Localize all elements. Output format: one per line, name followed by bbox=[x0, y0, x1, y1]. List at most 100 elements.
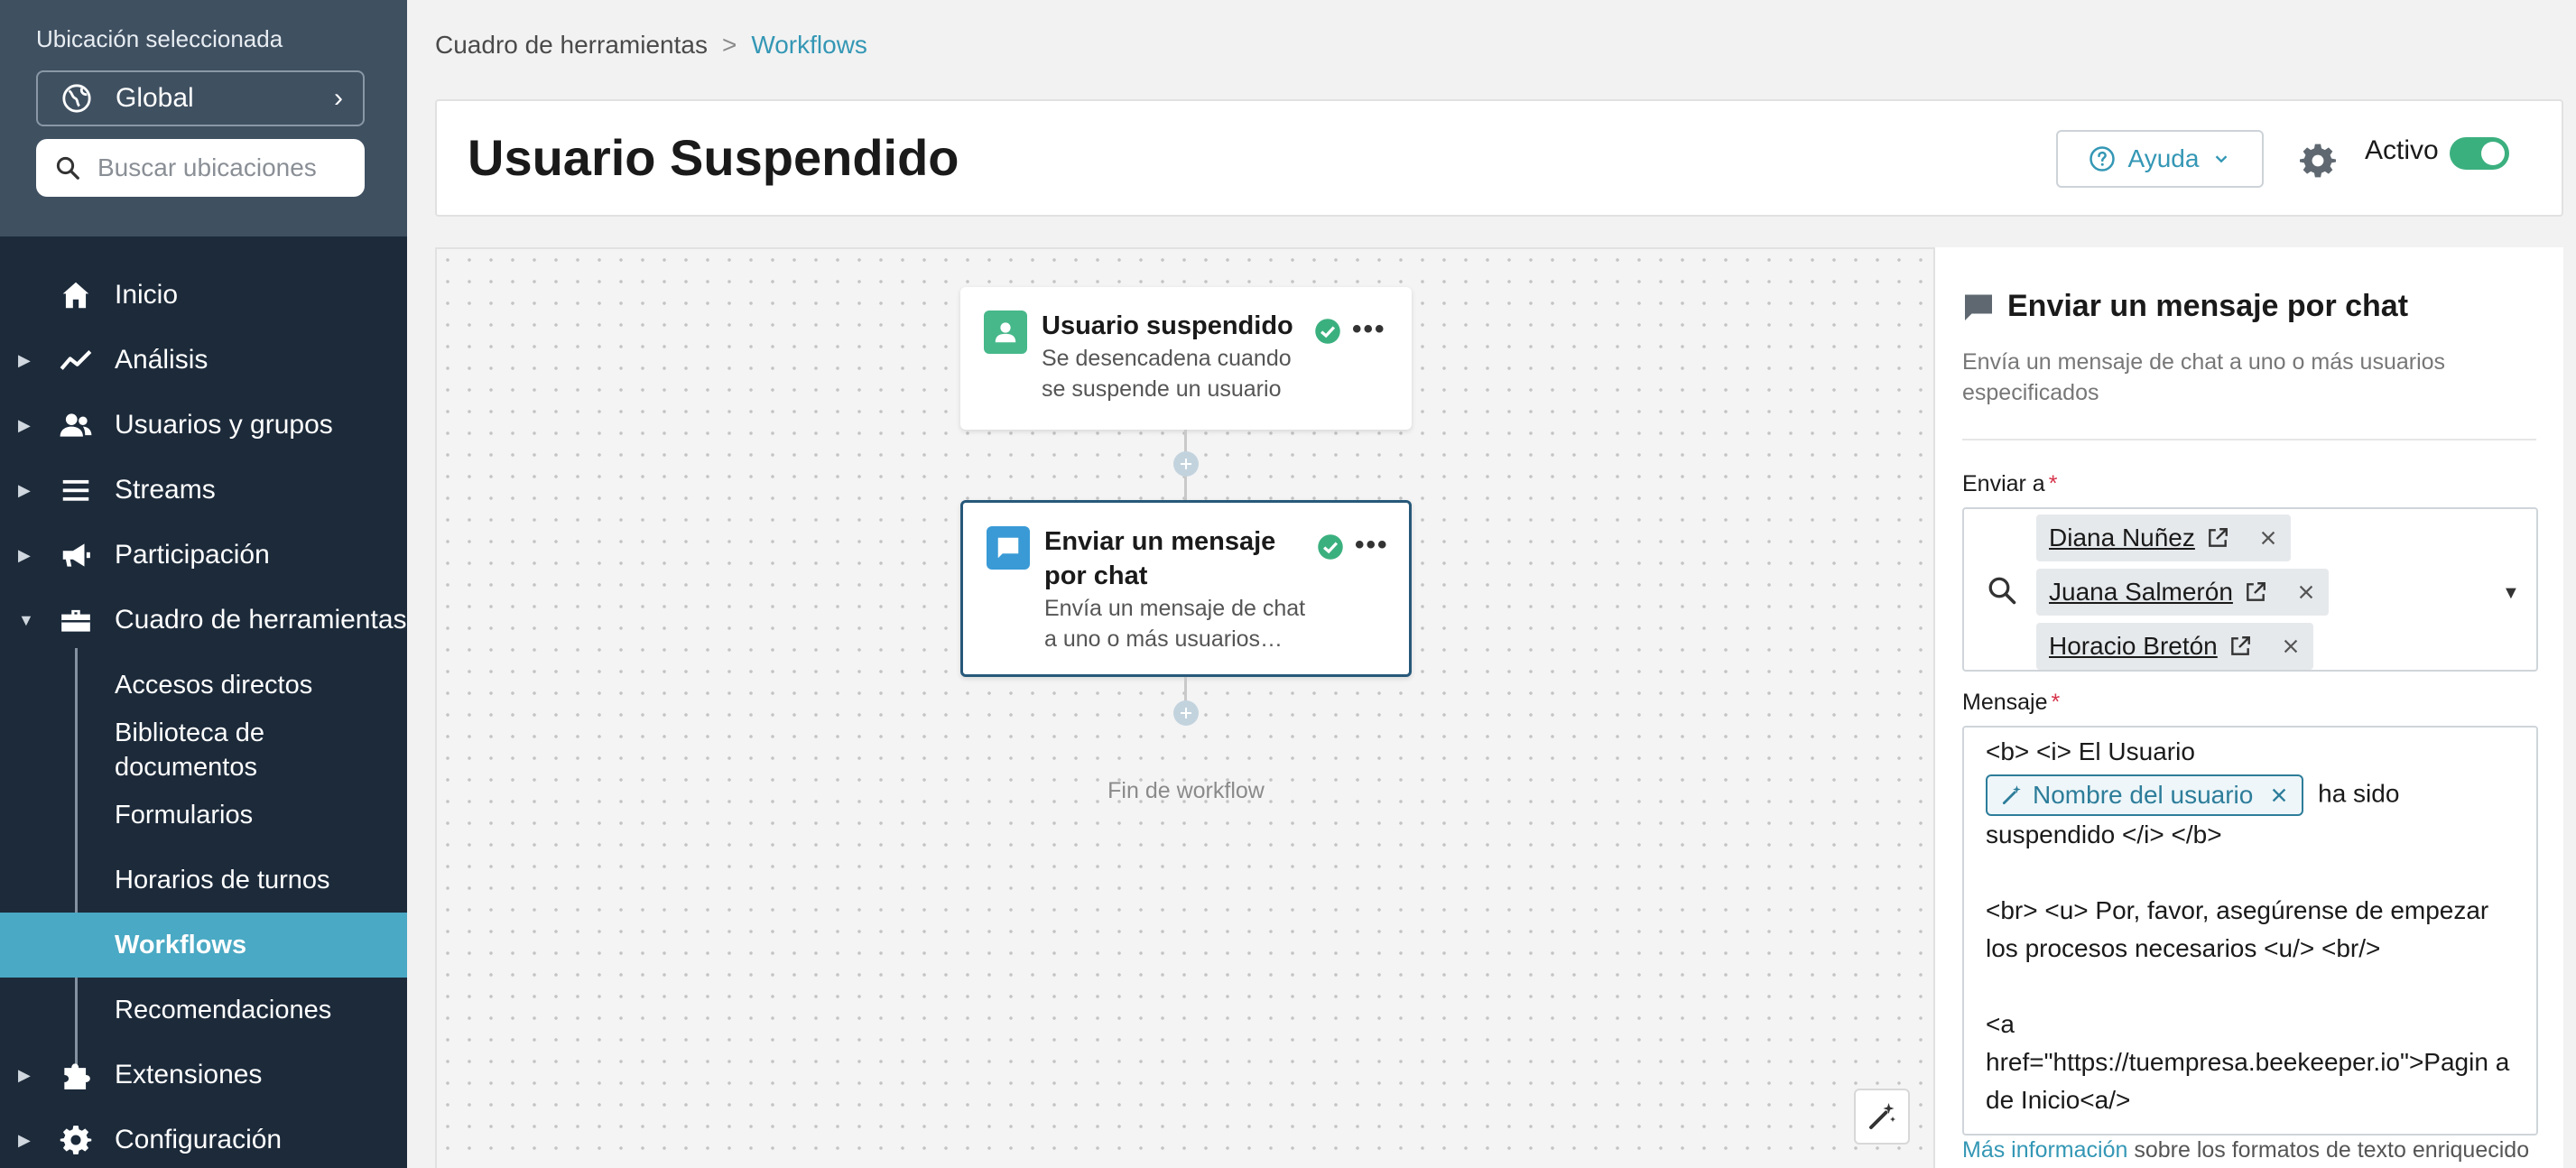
trigger-title: Usuario suspendido bbox=[1042, 311, 1293, 340]
sidebar-item-usuarios-grupos[interactable]: ▶ Usuarios y grupos bbox=[0, 393, 407, 458]
more-options-icon[interactable]: ••• bbox=[1352, 314, 1386, 345]
expand-caret-icon[interactable]: ▶ bbox=[18, 1131, 31, 1150]
chat-bubble-icon bbox=[1965, 294, 1992, 320]
action-node[interactable]: Enviar un mensaje por chat Envía un mens… bbox=[960, 500, 1412, 677]
expand-caret-icon[interactable]: ▶ bbox=[18, 481, 31, 500]
remove-recipient-icon[interactable] bbox=[2296, 582, 2316, 602]
chevron-right-icon: › bbox=[334, 83, 343, 113]
breadcrumb-parent-link[interactable]: Cuadro de herramientas bbox=[435, 31, 708, 60]
message-content[interactable]: <b> <i> El Usuario Nombre del usuario ha… bbox=[1986, 733, 2527, 1119]
sidebar-subitem-accesos-directos[interactable]: Accesos directos bbox=[0, 668, 407, 702]
external-link-icon[interactable] bbox=[2206, 526, 2229, 550]
remove-tag-icon[interactable] bbox=[2269, 785, 2289, 805]
active-toggle[interactable] bbox=[2450, 137, 2509, 170]
expand-caret-icon[interactable]: ▶ bbox=[18, 351, 31, 370]
recipients-field[interactable]: Diana Nuñez Juana Salmerón Horacio Bretó… bbox=[1962, 507, 2538, 672]
auto-layout-button[interactable] bbox=[1854, 1089, 1910, 1145]
workflow-canvas[interactable]: Usuario suspendido Se desencadena cuando… bbox=[435, 247, 1933, 1168]
sidebar-item-label: Extensiones bbox=[115, 1060, 263, 1089]
send-to-label-text: Enviar a bbox=[1962, 471, 2045, 496]
settings-gear-icon[interactable] bbox=[2298, 141, 2338, 181]
sidebar-item-label: Análisis bbox=[115, 345, 208, 375]
location-label: Ubicación seleccionada bbox=[36, 25, 283, 52]
more-options-icon[interactable]: ••• bbox=[1355, 530, 1389, 561]
breadcrumb-current[interactable]: Workflows bbox=[751, 31, 867, 60]
message-line: <b> <i> El Usuario bbox=[1986, 737, 2195, 765]
add-step-icon[interactable] bbox=[1173, 700, 1199, 726]
divider bbox=[1962, 439, 2536, 440]
trigger-description: Se desencadena cuando se suspende un usu… bbox=[1042, 346, 1292, 402]
list-icon bbox=[58, 472, 94, 508]
sidebar-item-label: Configuración bbox=[115, 1125, 283, 1154]
recipient-name-link[interactable]: Horacio Bretón bbox=[2049, 632, 2218, 661]
location-select-button[interactable]: Global › bbox=[36, 70, 365, 126]
toggle-knob bbox=[2481, 142, 2505, 165]
action-description: Envía un mensaje de chat a uno o más usu… bbox=[1044, 596, 1306, 652]
message-editor[interactable]: <b> <i> El Usuario Nombre del usuario ha… bbox=[1962, 726, 2538, 1136]
external-link-icon[interactable] bbox=[2244, 580, 2267, 604]
sidebar-item-inicio[interactable]: Inicio bbox=[0, 263, 407, 328]
recipient-chip[interactable]: Juana Salmerón bbox=[2036, 569, 2329, 616]
rich-text-info: Más información sobre los formatos de te… bbox=[1962, 1137, 2529, 1163]
sidebar-item-analisis[interactable]: ▶ Análisis bbox=[0, 328, 407, 393]
required-asterisk: * bbox=[2051, 690, 2061, 715]
step-settings-panel: Enviar un mensaje por chat Envía un mens… bbox=[1933, 247, 2563, 1168]
message-line: <a bbox=[1986, 1010, 2015, 1038]
breadcrumb-separator: > bbox=[721, 31, 737, 59]
required-asterisk: * bbox=[2048, 471, 2058, 496]
message-line: suspendido </i> </b> bbox=[1986, 820, 2222, 848]
external-link-icon[interactable] bbox=[2229, 635, 2252, 658]
message-paragraph: href="https://tuempresa.beekeeper.io">Pa… bbox=[1986, 1048, 2510, 1114]
add-step-icon[interactable] bbox=[1173, 451, 1199, 477]
recipient-chip[interactable]: Horacio Bretón bbox=[2036, 623, 2313, 670]
sidebar-subitem-formularios[interactable]: Formularios bbox=[0, 798, 407, 832]
users-icon bbox=[58, 407, 94, 443]
location-value: Global bbox=[116, 83, 194, 113]
message-label: Mensaje * bbox=[1962, 690, 2060, 716]
sidebar-item-cuadro-herramientas[interactable]: ▼ Cuadro de herramientas bbox=[0, 588, 407, 653]
megaphone-icon bbox=[58, 537, 94, 573]
remove-recipient-icon[interactable] bbox=[2258, 528, 2278, 548]
remove-recipient-icon[interactable] bbox=[2281, 636, 2301, 656]
more-info-link[interactable]: Más información bbox=[1962, 1137, 2127, 1163]
sidebar-item-configuracion[interactable]: ▶ Configuración bbox=[0, 1108, 407, 1168]
collapse-caret-icon[interactable]: ▼ bbox=[18, 611, 34, 630]
help-label: Ayuda bbox=[2127, 144, 2200, 172]
sidebar-item-label: Usuarios y grupos bbox=[115, 410, 333, 440]
trigger-node[interactable]: Usuario suspendido Se desencadena cuando… bbox=[960, 287, 1412, 430]
panel-description: Envía un mensaje de chat a uno o más usu… bbox=[1962, 349, 2446, 405]
panel-header: Enviar un mensaje por chat bbox=[1962, 289, 2408, 324]
gear-icon bbox=[58, 1122, 94, 1158]
check-circle-icon bbox=[1318, 534, 1343, 560]
recipient-name-link[interactable]: Diana Nuñez bbox=[2049, 524, 2195, 552]
magic-wand-icon bbox=[1869, 1103, 1895, 1129]
recipient-name-link[interactable]: Juana Salmerón bbox=[2049, 578, 2233, 607]
sidebar-item-participacion[interactable]: ▶ Participación bbox=[0, 523, 407, 588]
expand-caret-icon[interactable]: ▶ bbox=[18, 416, 31, 435]
sidebar-subitem-horarios-turnos[interactable]: Horarios de turnos bbox=[0, 863, 407, 897]
toolbox-icon bbox=[58, 602, 94, 638]
sidebar-subitem-biblioteca-documentos[interactable]: Biblioteca de documentos bbox=[0, 716, 361, 784]
sidebar-item-label: Participación bbox=[115, 540, 270, 570]
sidebar-item-streams[interactable]: ▶ Streams bbox=[0, 458, 407, 523]
dropdown-arrow-icon[interactable]: ▼ bbox=[2502, 583, 2520, 604]
search-icon bbox=[56, 156, 79, 180]
rich-text-info-text: sobre los formatos de texto enriquecido bbox=[2127, 1137, 2530, 1163]
location-search-input[interactable] bbox=[97, 153, 341, 182]
recipient-chip[interactable]: Diana Nuñez bbox=[2036, 514, 2291, 561]
active-label: Activo bbox=[2365, 135, 2439, 165]
sidebar-item-extensiones[interactable]: ▶ Extensiones bbox=[0, 1043, 407, 1108]
end-of-workflow-label: Fin de workflow bbox=[1107, 778, 1265, 803]
expand-caret-icon[interactable]: ▶ bbox=[18, 546, 31, 565]
variable-tag[interactable]: Nombre del usuario bbox=[1986, 774, 2304, 816]
sidebar-subitem-workflows[interactable]: Workflows bbox=[0, 913, 407, 978]
globe-icon bbox=[62, 84, 91, 113]
user-icon bbox=[984, 311, 1027, 354]
sidebar-item-label: Cuadro de herramientas bbox=[115, 605, 407, 635]
check-circle-icon bbox=[1315, 319, 1340, 344]
search-icon bbox=[1988, 577, 2016, 605]
sidebar-subitem-recomendaciones[interactable]: Recomendaciones bbox=[0, 993, 407, 1027]
expand-caret-icon[interactable]: ▶ bbox=[18, 1066, 31, 1085]
help-dropdown-button[interactable]: Ayuda bbox=[2056, 130, 2264, 188]
